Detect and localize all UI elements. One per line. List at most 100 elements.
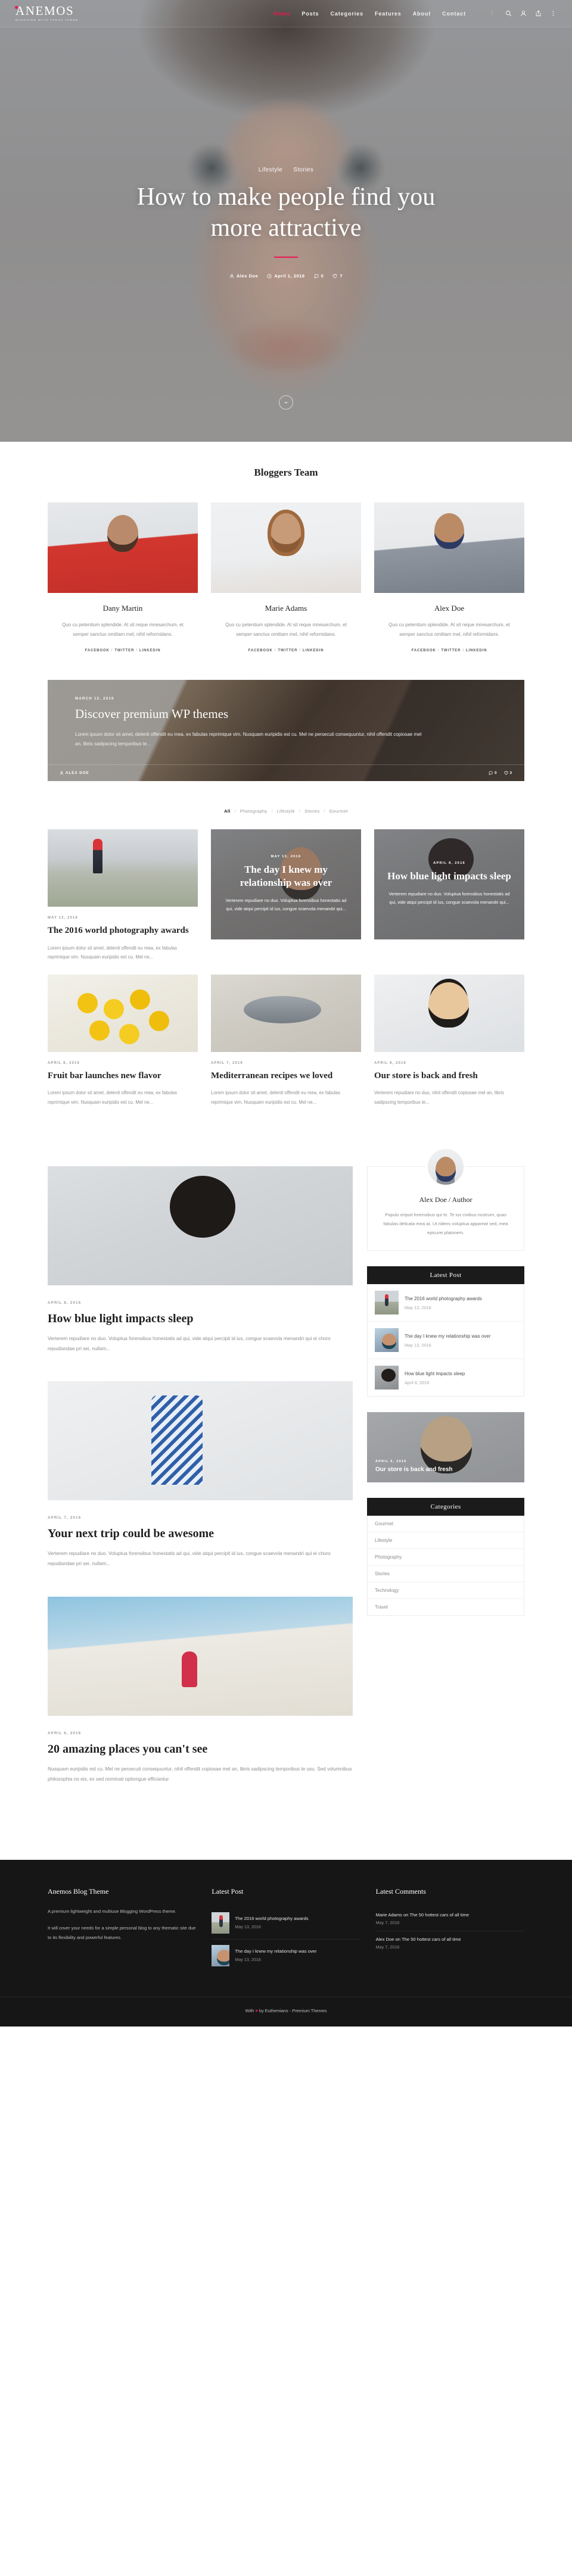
blog-post-excerpt: Nusquam euripidis est cu. Mel ne persecu…	[48, 1766, 352, 1782]
hero-category-lifestyle[interactable]: Lifestyle	[259, 167, 282, 173]
filter-stories[interactable]: Stories	[304, 808, 319, 814]
grid-post-card[interactable]: APRIL 6, 2016 Our store is back and fres…	[374, 974, 524, 1107]
blog-post-title[interactable]: How blue light impacts sleep	[48, 1312, 353, 1326]
nav-item-about[interactable]: About	[413, 11, 431, 17]
footer-about-p2: It will cover your needs for a simple pe…	[48, 1925, 196, 1940]
author-widget: Alex Doe / Author Populo eripuit forensi…	[367, 1146, 524, 1251]
filter-lifestyle[interactable]: Lifestyle	[277, 808, 295, 814]
social-link-twitter[interactable]: TWITTER	[114, 649, 134, 652]
sidebar-promo-body: APRIL 6, 2016 Our store is back and fres…	[375, 1460, 453, 1473]
team-member-card[interactable]: Marie Adams Quo cu petentium splendide. …	[211, 502, 361, 652]
footer-latest-comments-title: Latest Comments	[375, 1887, 426, 1896]
grid-post-card[interactable]: MAY 13, 2016 The day I knew my relations…	[211, 829, 361, 961]
social-link-linkedin[interactable]: LINKEDIN	[303, 649, 324, 652]
footer-post-date: May 13, 2016	[235, 1957, 261, 1962]
team-member-photo	[211, 502, 361, 593]
team-member-name: Alex Doe	[434, 604, 465, 613]
grid-post-title[interactable]: The 2016 world photography awards	[48, 925, 198, 937]
blog-post[interactable]: APRIL 7, 2016 Your next trip could be aw…	[48, 1381, 353, 1569]
search-icon[interactable]	[505, 10, 512, 17]
grid-post-card[interactable]: APRIL 8, 2016 Fruit bar launches new fla…	[48, 974, 198, 1107]
grid-post-thumbnail	[48, 829, 198, 907]
list-item-thumbnail	[375, 1291, 399, 1315]
list-item[interactable]: The 2016 world photography awards May 13…	[368, 1284, 524, 1322]
list-item[interactable]: The day I knew my relationship was over …	[368, 1322, 524, 1360]
category-item-lifestyle[interactable]: Lifestyle	[368, 1532, 524, 1550]
grid-post-date: APRIL 6, 2016	[374, 1061, 406, 1065]
team-member-card[interactable]: Alex Doe Quo cu petentium splendide. At …	[374, 502, 524, 652]
grid-post-date: APRIL 7, 2016	[211, 1061, 243, 1065]
footer-post-item[interactable]: The day I knew my relationship was over …	[212, 1940, 360, 1972]
blog-post-excerpt: Verterem repudiare no duo. Voluptua fore…	[48, 1551, 331, 1567]
social-link-facebook[interactable]: FACEBOOK	[85, 649, 110, 652]
filter-all[interactable]: All	[224, 808, 230, 814]
category-item-photography[interactable]: Photography	[368, 1549, 524, 1566]
blog-post[interactable]: APRIL 6, 2016 20 amazing places you can'…	[48, 1597, 353, 1785]
nav-item-home[interactable]: Home	[273, 11, 291, 17]
blog-post-title[interactable]: Your next trip could be awesome	[48, 1527, 353, 1541]
footer-about-title: Anemos Blog Theme	[48, 1887, 109, 1896]
grid-post-card[interactable]: MAY 13, 2016 The 2016 world photography …	[48, 829, 198, 961]
social-link-twitter[interactable]: TWITTER	[441, 649, 461, 652]
grid-post-title[interactable]: Mediterranean recipes we loved	[211, 1070, 361, 1082]
nav-item-features[interactable]: Features	[375, 11, 402, 17]
grid-post-title[interactable]: How blue light impacts sleep	[387, 870, 511, 883]
grid-post-title[interactable]: Fruit bar launches new flavor	[48, 1070, 198, 1082]
category-item-technology[interactable]: Technology	[368, 1582, 524, 1600]
list-item-date: May 13, 2016	[405, 1342, 431, 1348]
category-item-stories[interactable]: Stories	[368, 1566, 524, 1583]
grid-post-excerpt: Verterem repudiare no duo, nihil offendi…	[374, 1090, 504, 1105]
grid-post-card[interactable]: APRIL 8, 2016 How blue light impacts sle…	[374, 829, 524, 961]
nav-item-categories[interactable]: Categories	[330, 11, 363, 17]
grid-post-title[interactable]: Our store is back and fresh	[374, 1070, 524, 1082]
filter-photography[interactable]: Photography	[240, 808, 268, 814]
blog-post-excerpt: Verterem repudiare no duo. Voluptua fore…	[48, 1335, 331, 1351]
user-icon[interactable]	[520, 10, 527, 17]
hero-title[interactable]: How to make people find you more attract…	[119, 182, 453, 243]
site-logo[interactable]: ANEMOS BLOGGING WITH FRESH THEME	[15, 5, 79, 21]
filter-gourmet[interactable]: Gourmet	[329, 808, 348, 814]
category-item-gourmet[interactable]: Gourmet	[368, 1516, 524, 1533]
social-link-twitter[interactable]: TWITTER	[278, 649, 297, 652]
grid-post-card[interactable]: APRIL 7, 2016 Mediterranean recipes we l…	[211, 974, 361, 1107]
list-item[interactable]: How blue light impacts sleep April 8, 20…	[368, 1359, 524, 1396]
social-link-facebook[interactable]: FACEBOOK	[248, 649, 273, 652]
footer-post-title: The 2016 world photography awards	[235, 1916, 309, 1922]
hero-category-stories[interactable]: Stories	[293, 167, 313, 173]
category-item-travel[interactable]: Travel	[368, 1599, 524, 1615]
footer-post-item[interactable]: The 2016 world photography awards May 13…	[212, 1907, 360, 1940]
blog-post[interactable]: APRIL 8, 2016 How blue light impacts sle…	[48, 1166, 353, 1354]
social-link-linkedin[interactable]: LINKEDIN	[139, 649, 161, 652]
hero-meta: Alex Doe April 1, 2016 0 7	[229, 273, 343, 279]
promo-comments: 0	[489, 771, 497, 775]
promo-excerpt: Lorem ipsum dolor sit amet, delenit offe…	[75, 732, 422, 747]
share-icon[interactable]	[535, 10, 542, 17]
footer-comment-item[interactable]: Marie Adams on The 50 hottest cars of al…	[375, 1907, 524, 1931]
footer-comment-item[interactable]: Alex Doe on The 50 hottest cars of all t…	[376, 1931, 524, 1955]
promo-banner[interactable]: MARCH 12, 2016 Discover premium WP theme…	[48, 680, 524, 781]
social-link-facebook[interactable]: FACEBOOK	[412, 649, 436, 652]
promo-author: ALEX DOE	[60, 771, 89, 775]
latest-post-list: The 2016 world photography awards May 13…	[367, 1284, 524, 1397]
bloggers-team-section: Bloggers Team Dany Martin Quo cu petenti…	[48, 442, 524, 680]
widget-title-categories: Categories	[367, 1498, 524, 1516]
team-section-title: Bloggers Team	[254, 467, 318, 478]
blog-post-title[interactable]: 20 amazing places you can't see	[48, 1743, 353, 1756]
more-icon[interactable]	[550, 10, 557, 17]
posts-grid-section: All / Photography / Lifestyle / Stories / Go…	[48, 781, 524, 1131]
promo-title[interactable]: Discover premium WP themes	[75, 707, 429, 722]
list-item-date: April 8, 2016	[405, 1379, 430, 1385]
hero-date: April 1, 2016	[267, 273, 304, 279]
nav-item-contact[interactable]: Contact	[442, 11, 466, 17]
grid-post-title[interactable]: The day I knew my relationship was over	[224, 863, 348, 889]
sidebar-promo-card[interactable]: APRIL 6, 2016 Our store is back and fres…	[367, 1412, 524, 1483]
heart-icon	[332, 274, 337, 278]
nav-item-posts[interactable]: Posts	[301, 11, 319, 17]
team-member-bio: Quo cu petentium splendide. At sit reque…	[225, 622, 347, 637]
footer-post-thumbnail	[212, 1912, 230, 1934]
scroll-down-button[interactable]	[279, 395, 293, 410]
team-member-card[interactable]: Dany Martin Quo cu petentium splendide. …	[48, 502, 198, 652]
social-link-linkedin[interactable]: LINKEDIN	[466, 649, 487, 652]
team-member-photo	[374, 502, 524, 593]
clock-icon	[267, 274, 272, 279]
